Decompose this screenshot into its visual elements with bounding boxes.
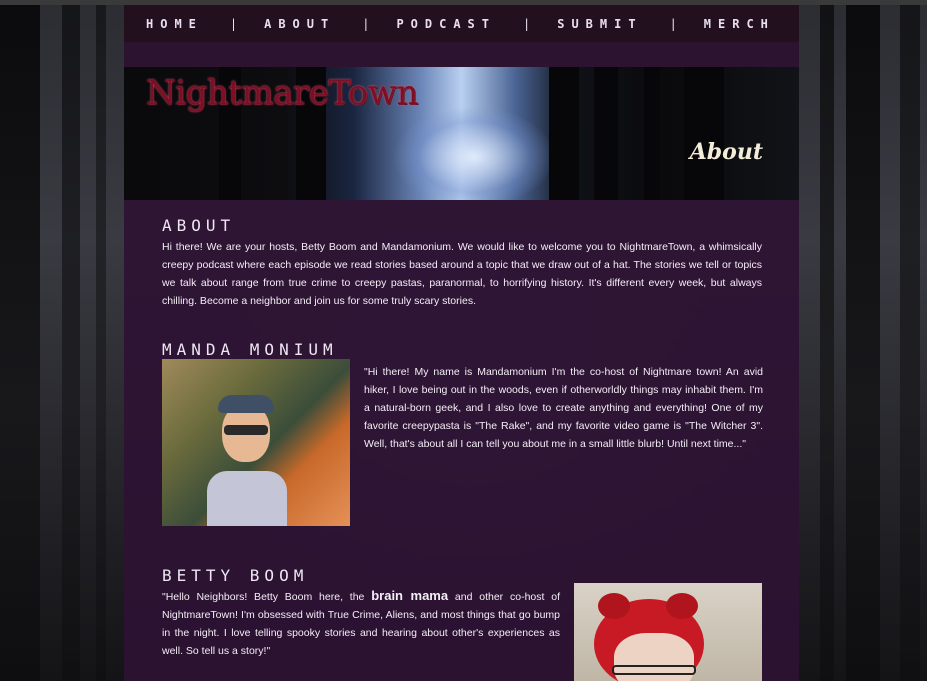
nav-merch[interactable]: MERCH [704,17,775,31]
nav-strip [124,42,799,67]
tree-trunk [96,0,106,681]
banner-tree [549,67,579,200]
manda-text: "Hi there! My name is Mandamonium I'm th… [364,366,763,450]
betty-text-start: "Hello Neighbors! Betty Boom here, the [162,591,372,603]
photo-hat [218,395,274,413]
manda-heading: MANDA MONIUM [162,340,338,359]
photo-hair-bun [598,593,630,619]
photo-shirt [207,471,287,526]
main-nav: HOME | ABOUT | PODCAST | SUBMIT | MERCH [124,5,799,42]
nav-submit[interactable]: SUBMIT [557,17,642,31]
site-title[interactable]: NightmareTown [146,73,418,113]
nav-about[interactable]: ABOUT [264,17,335,31]
photo-glasses [612,665,696,675]
banner-tree [644,67,660,200]
tree-trunk [846,0,880,681]
tree-trunk [820,0,834,681]
nav-separator: | [669,16,677,31]
betty-heading: BETTY BOOM [162,566,309,585]
photo-sunglasses [224,425,268,435]
page-label: About [689,139,763,165]
banner-tree [684,67,724,200]
nav-separator: | [362,16,370,31]
about-text: Hi there! We are your hosts, Betty Boom … [162,241,762,307]
tree-trunk [62,0,80,681]
betty-text-bold: brain mama [371,588,449,603]
tree-trunk [900,0,920,681]
manda-photo [162,359,350,526]
about-heading: ABOUT [162,216,236,235]
betty-photo [574,583,762,681]
content-panel: HOME | ABOUT | PODCAST | SUBMIT | MERCH … [124,5,799,681]
photo-hair-bun [666,593,698,619]
nav-separator: | [229,16,238,31]
nav-separator: | [523,16,531,31]
betty-text: "Hello Neighbors! Betty Boom here, the b… [162,587,560,660]
nav-podcast[interactable]: PODCAST [396,17,496,31]
header-banner: NightmareTown About [124,67,799,200]
moonlight-glow [394,107,554,200]
tree-trunk [0,0,40,681]
nav-home[interactable]: HOME [146,17,203,31]
banner-tree [594,67,618,200]
